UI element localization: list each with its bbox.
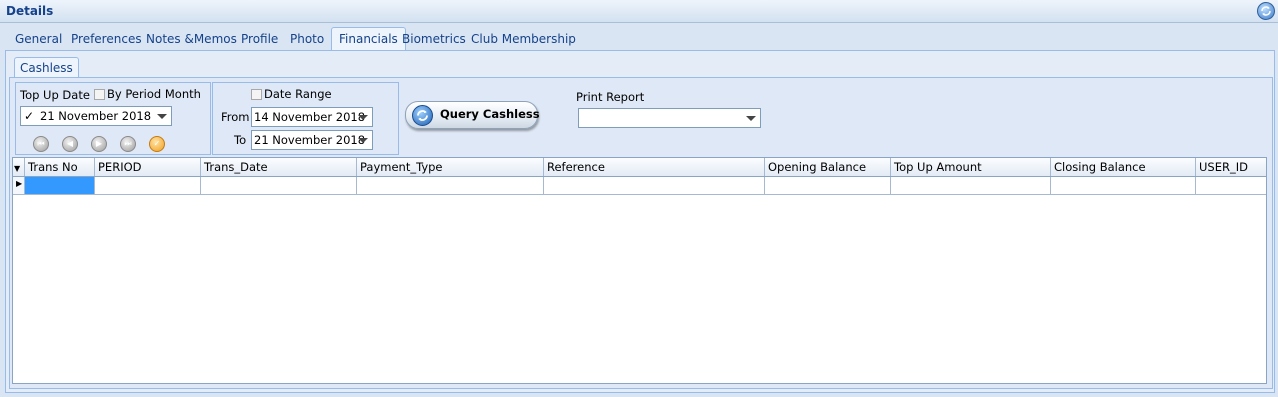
tab-general[interactable]: General bbox=[8, 28, 69, 50]
tab-biometrics[interactable]: Biometrics bbox=[395, 28, 473, 50]
table-cell[interactable] bbox=[1051, 177, 1196, 194]
refresh-icon[interactable] bbox=[1257, 2, 1275, 20]
column-header[interactable]: Closing Balance bbox=[1051, 158, 1196, 176]
topup-date-label: Top Up Date bbox=[20, 88, 90, 102]
column-header[interactable]: Reference bbox=[544, 158, 765, 176]
table-cell[interactable] bbox=[544, 177, 765, 194]
row-indicator-icon: ▶ bbox=[13, 177, 25, 194]
column-header[interactable]: Opening Balance bbox=[765, 158, 891, 176]
column-header[interactable]: Trans_Date bbox=[201, 158, 357, 176]
chevron-down-icon[interactable] bbox=[358, 138, 368, 143]
date-range-checkbox[interactable] bbox=[251, 89, 262, 100]
tab-preferences[interactable]: Preferences bbox=[64, 28, 149, 50]
chevron-down-icon[interactable] bbox=[157, 114, 167, 119]
table-cell[interactable] bbox=[1196, 177, 1266, 194]
column-header[interactable]: PERIOD bbox=[95, 158, 201, 176]
column-header[interactable]: Top Up Amount bbox=[891, 158, 1051, 176]
query-refresh-icon bbox=[412, 105, 433, 126]
tab-notes-memos[interactable]: Notes &Memos bbox=[139, 28, 244, 50]
chevron-down-icon[interactable] bbox=[746, 116, 756, 121]
cashless-grid: ▼ Trans No PERIOD Trans_Date Payment_Typ… bbox=[12, 157, 1267, 384]
column-header[interactable]: Trans No bbox=[25, 158, 95, 176]
chevron-down-icon[interactable] bbox=[358, 115, 368, 120]
column-chooser-icon[interactable]: ▼ bbox=[13, 158, 25, 176]
table-cell[interactable] bbox=[357, 177, 544, 194]
to-label: To bbox=[234, 133, 247, 147]
table-cell[interactable] bbox=[25, 177, 95, 194]
table-cell[interactable] bbox=[201, 177, 357, 194]
table-cell[interactable] bbox=[765, 177, 891, 194]
grid-header: ▼ Trans No PERIOD Trans_Date Payment_Typ… bbox=[13, 158, 1266, 177]
query-cashless-button[interactable]: Query Cashless bbox=[405, 101, 540, 129]
next-record-icon[interactable]: ▶ bbox=[91, 136, 107, 152]
table-row[interactable]: ▶ bbox=[13, 177, 1266, 195]
first-record-icon[interactable]: ⏮ bbox=[33, 136, 49, 152]
tab-cashless[interactable]: Cashless bbox=[14, 57, 79, 78]
column-header[interactable]: USER_ID bbox=[1196, 158, 1266, 176]
topup-date-picker[interactable]: ✓ 21 November 2018 bbox=[20, 106, 172, 126]
prev-record-icon[interactable]: ◀ bbox=[62, 136, 78, 152]
column-header[interactable]: Payment_Type bbox=[357, 158, 544, 176]
date-range-label: Date Range bbox=[264, 87, 332, 101]
print-report-label: Print Report bbox=[576, 90, 645, 104]
to-date-picker[interactable]: 21 November 2018 bbox=[251, 130, 373, 150]
topup-date-value: 21 November 2018 bbox=[40, 109, 152, 123]
print-report-select[interactable] bbox=[578, 108, 761, 128]
last-record-icon[interactable]: ⏭ bbox=[120, 136, 136, 152]
from-label: From bbox=[221, 110, 250, 124]
by-period-checkbox[interactable] bbox=[94, 89, 105, 100]
table-cell[interactable] bbox=[891, 177, 1051, 194]
query-cashless-label: Query Cashless bbox=[440, 107, 540, 121]
from-date-picker[interactable]: 14 November 2018 bbox=[251, 107, 373, 127]
tab-profile[interactable]: Profile bbox=[234, 28, 285, 50]
by-period-label: By Period Month bbox=[107, 87, 201, 101]
tab-club-membership[interactable]: Club Membership bbox=[464, 28, 583, 50]
window-title: Details bbox=[6, 4, 54, 18]
confirm-icon[interactable]: ✓ bbox=[149, 136, 165, 152]
to-date-value: 21 November 2018 bbox=[254, 133, 366, 147]
title-bar: Details bbox=[0, 0, 1278, 23]
table-cell[interactable] bbox=[95, 177, 201, 194]
tab-photo[interactable]: Photo bbox=[283, 28, 331, 50]
from-date-value: 14 November 2018 bbox=[254, 110, 366, 124]
topup-date-check-icon[interactable]: ✓ bbox=[24, 107, 34, 125]
